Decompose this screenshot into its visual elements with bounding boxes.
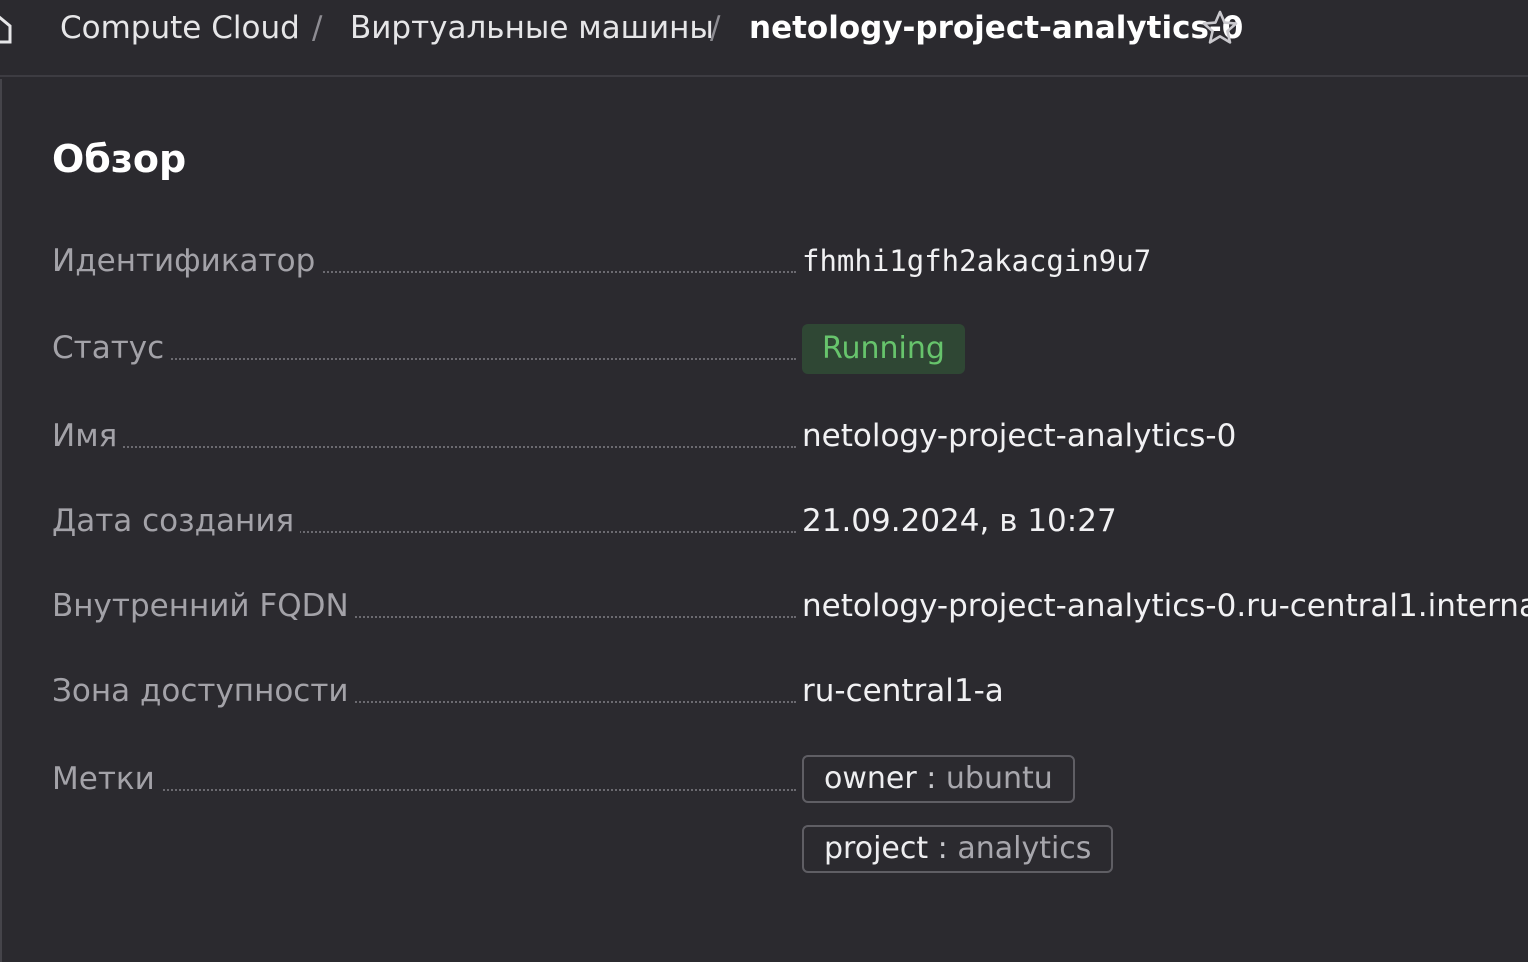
field-label: Идентификатор <box>52 237 322 285</box>
field-label: Статус <box>52 324 171 372</box>
tag-key: project <box>824 831 929 866</box>
field-label: Имя <box>52 412 124 460</box>
field-label: Зона доступности <box>52 667 355 715</box>
tag-separator: : <box>937 831 948 866</box>
field-label: Внутренний FQDN <box>52 582 355 630</box>
breadcrumb-virtual-machines[interactable]: Виртуальные машины <box>350 8 714 48</box>
fqdn-value[interactable]: netology-project-analytics-0.ru-central1… <box>802 582 1528 630</box>
tag-key: owner <box>824 761 917 796</box>
label-tag-project[interactable]: project : analytics <box>802 825 1114 873</box>
star-outline-icon[interactable] <box>1200 8 1240 48</box>
status-badge: Running <box>802 324 965 374</box>
field-row-labels: Метки owner : ubuntu project : analytics <box>52 755 1522 873</box>
tag-separator: : <box>926 761 937 796</box>
zone-value: ru-central1-a <box>802 673 1004 709</box>
tag-value: ubuntu <box>945 761 1053 796</box>
field-label: Дата создания <box>52 497 301 545</box>
dotted-leader <box>52 789 796 791</box>
field-row-id: Идентификатор fhmhi1gfh2akacgin9u7 <box>52 237 1522 285</box>
created-date-value: 21.09.2024, в 10:27 <box>802 503 1117 539</box>
home-icon[interactable] <box>0 10 14 46</box>
field-row-fqdn: Внутренний FQDN netology-project-analyti… <box>52 582 1528 630</box>
field-row-status: Статус Running <box>52 324 1522 374</box>
field-row-zone: Зона доступности ru-central1-a <box>52 667 1522 715</box>
field-label: Метки <box>52 755 161 803</box>
section-title: Обзор <box>52 137 187 181</box>
breadcrumb-separator: / <box>710 10 721 46</box>
field-row-created: Дата создания 21.09.2024, в 10:27 <box>52 497 1522 545</box>
field-row-name: Имя netology-project-analytics-0 <box>52 412 1522 460</box>
top-bar: Compute Cloud / Виртуальные машины / net… <box>0 0 1528 77</box>
breadcrumb-compute-cloud[interactable]: Compute Cloud <box>60 8 300 48</box>
tag-value: analytics <box>957 831 1092 866</box>
label-tag-owner[interactable]: owner : ubuntu <box>802 755 1075 803</box>
vm-name-value[interactable]: netology-project-analytics-0 <box>802 412 1236 460</box>
dotted-leader <box>52 446 796 448</box>
vm-id-value[interactable]: fhmhi1gfh2akacgin9u7 <box>802 237 1151 285</box>
breadcrumb-separator: / <box>312 10 323 46</box>
breadcrumb-current-vm: netology-project-analytics-0 <box>749 10 1244 46</box>
